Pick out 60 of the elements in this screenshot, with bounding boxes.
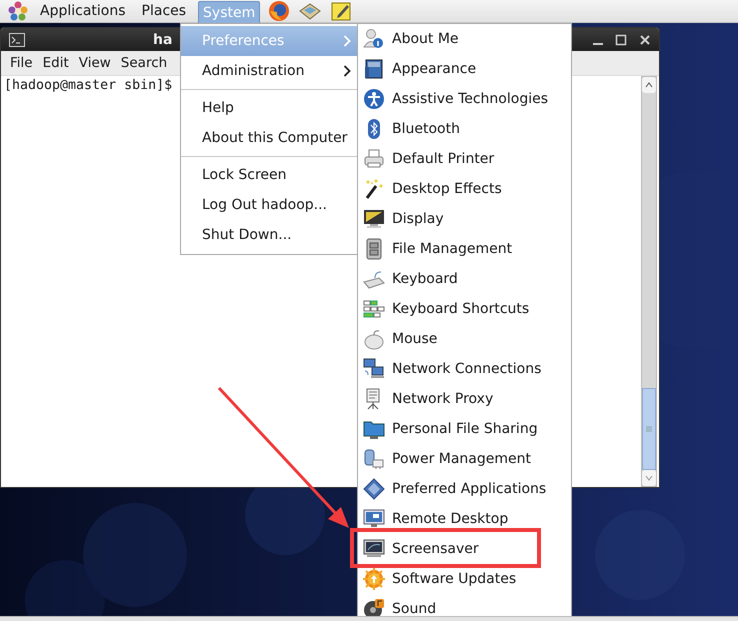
menu-item[interactable]: Edit bbox=[38, 55, 74, 71]
monitor-icon bbox=[363, 208, 385, 230]
sun-icon bbox=[363, 568, 385, 590]
menu-item[interactable]: Remote Desktop bbox=[358, 504, 571, 534]
menu-item[interactable]: Display bbox=[358, 204, 571, 234]
menu-item[interactable]: Help bbox=[181, 93, 357, 123]
menu-item[interactable]: Preferred Applications bbox=[358, 474, 571, 504]
menu-item[interactable]: Bluetooth bbox=[358, 114, 571, 144]
terminal-prompt: [hadoop@master sbin]$ bbox=[4, 78, 174, 94]
window-title: ha bbox=[153, 32, 172, 48]
menu-item[interactable]: Assistive Technologies bbox=[358, 84, 571, 114]
menu-item[interactable]: Keyboard bbox=[358, 264, 571, 294]
menu-item[interactable]: Keyboard Shortcuts bbox=[358, 294, 571, 324]
minimize-icon bbox=[593, 42, 603, 44]
menu-item[interactable]: Search bbox=[116, 55, 172, 71]
accessibility-icon bbox=[363, 88, 385, 110]
panel-menu[interactable]: Applications bbox=[36, 0, 130, 22]
panel-menu[interactable]: Places bbox=[138, 0, 190, 22]
grip-icon bbox=[646, 426, 652, 432]
key-grid-icon bbox=[363, 298, 385, 320]
menu-item[interactable]: Mouse bbox=[358, 324, 571, 354]
panel-icon bbox=[363, 58, 385, 80]
menu-item[interactable]: Administration bbox=[181, 56, 357, 86]
notepad-icon bbox=[330, 0, 352, 22]
mouse-icon bbox=[363, 328, 385, 350]
menu-item[interactable]: Default Printer bbox=[358, 144, 571, 174]
diamond-icon bbox=[363, 478, 385, 500]
menu-item[interactable]: Power Management bbox=[358, 444, 571, 474]
caret-icon bbox=[645, 82, 653, 88]
menu-item[interactable]: Shut Down... bbox=[181, 220, 357, 250]
menu-item[interactable]: Log Out hadoop... bbox=[181, 190, 357, 220]
monitor-icon bbox=[363, 508, 385, 530]
terminal-icon bbox=[9, 32, 25, 46]
menu-item[interactable]: Lock Screen bbox=[181, 160, 357, 190]
scroll-down-button[interactable] bbox=[642, 470, 656, 486]
scrollbar[interactable] bbox=[641, 76, 657, 487]
caret-icon bbox=[645, 475, 653, 481]
menu-item[interactable]: View bbox=[74, 55, 116, 71]
scroll-thumb[interactable] bbox=[642, 388, 656, 470]
menu-item[interactable]: About this Computer bbox=[181, 123, 357, 153]
network-icon bbox=[363, 358, 385, 380]
wand-icon bbox=[363, 178, 385, 200]
person-icon bbox=[363, 28, 385, 50]
menu-item[interactable]: Appearance bbox=[358, 54, 571, 84]
menu-item[interactable]: File Management bbox=[358, 234, 571, 264]
close-icon bbox=[639, 34, 651, 46]
menu-item[interactable]: About Me bbox=[358, 24, 571, 54]
menu-item[interactable]: Network Proxy bbox=[358, 384, 571, 414]
monitor-icon bbox=[363, 538, 385, 560]
menu-item[interactable]: File bbox=[5, 55, 38, 71]
flower-icon bbox=[8, 1, 28, 21]
scroll-up-button[interactable] bbox=[642, 77, 656, 93]
menu-item[interactable]: Desktop Effects bbox=[358, 174, 571, 204]
maximize-icon bbox=[615, 34, 627, 46]
globe-icon bbox=[268, 0, 290, 22]
menu-item[interactable]: Software Updates bbox=[358, 564, 571, 594]
menu-item[interactable]: Personal File Sharing bbox=[358, 414, 571, 444]
menu-item[interactable]: Screensaver bbox=[358, 534, 571, 564]
menu-item[interactable]: Network Connections bbox=[358, 354, 571, 384]
printer-icon bbox=[363, 148, 385, 170]
